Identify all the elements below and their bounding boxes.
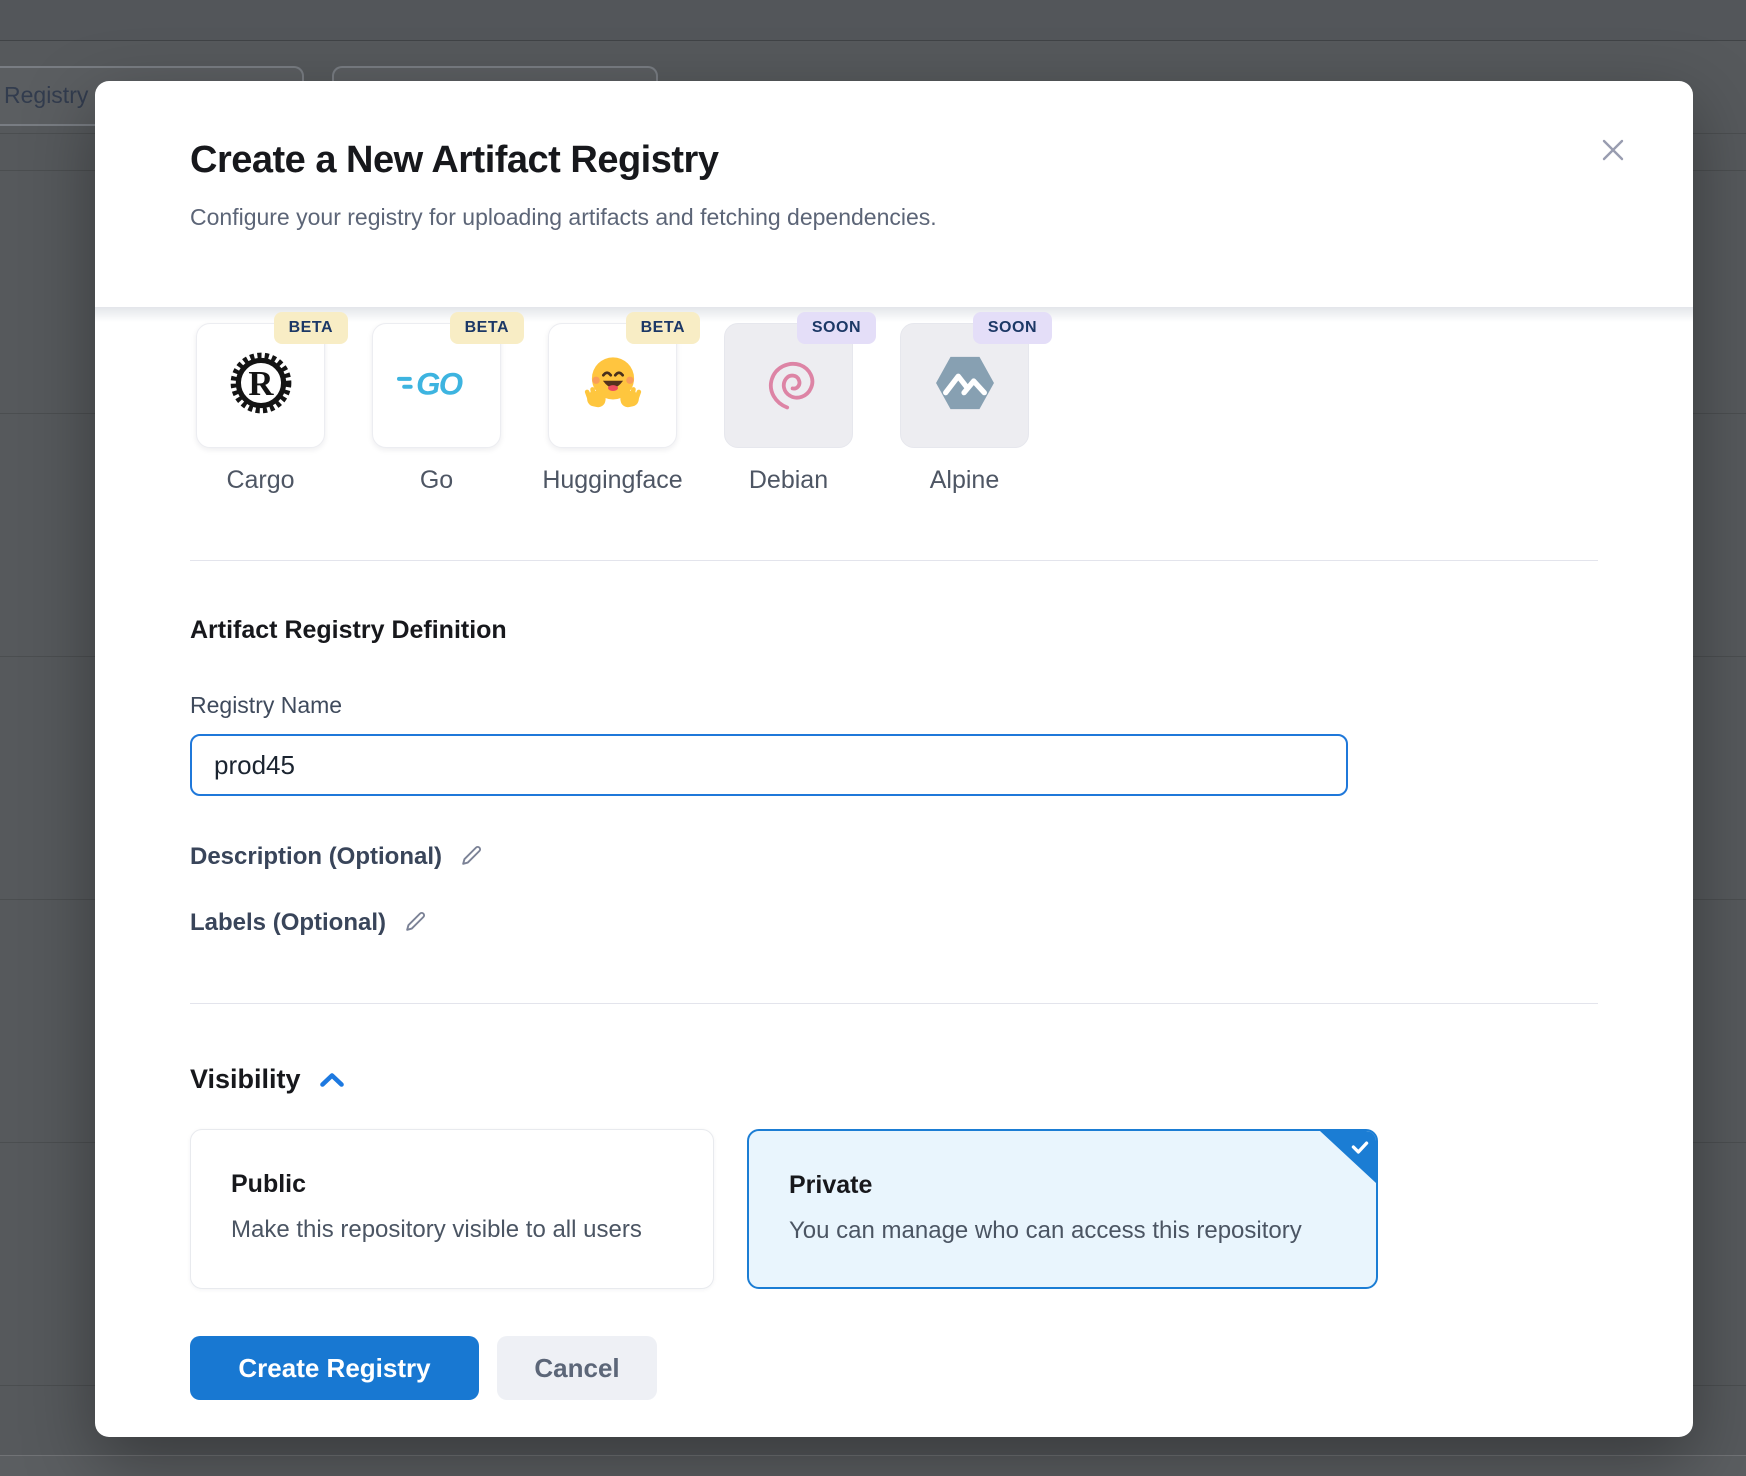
package-type-label: Debian (749, 466, 828, 495)
package-type-label: Cargo (226, 466, 294, 495)
create-registry-button[interactable]: Create Registry (190, 1336, 479, 1400)
pencil-icon (402, 908, 429, 938)
status-badge: SOON (973, 312, 1052, 344)
pencil-icon (458, 842, 485, 872)
visibility-option-public[interactable]: Public Make this repository visible to a… (190, 1129, 714, 1289)
status-badge: BETA (450, 312, 524, 344)
package-card-alpine: SOON (900, 323, 1029, 448)
package-type-item: BETA R Cargo (196, 323, 325, 495)
section-divider (190, 1003, 1598, 1004)
edit-description-button[interactable] (458, 842, 485, 872)
labels-label: Labels (Optional) (190, 909, 386, 937)
modal-header: Create a New Artifact Registry Configure… (95, 81, 1693, 231)
visibility-options-row: Public Make this repository visible to a… (190, 1129, 1598, 1289)
background-footer (0, 1456, 1746, 1476)
edit-labels-button[interactable] (402, 908, 429, 938)
svg-text:R: R (248, 364, 274, 403)
create-registry-modal: Create a New Artifact Registry Configure… (95, 81, 1693, 1437)
description-row: Description (Optional) (190, 842, 1598, 872)
debian-swirl-icon (760, 354, 818, 417)
cancel-button[interactable]: Cancel (497, 1336, 657, 1400)
alpine-mountain-icon (934, 355, 996, 416)
status-badge: SOON (797, 312, 876, 344)
package-type-row: BETA R Cargo BETA GO Go BETA Huggingface… (95, 323, 1693, 495)
background-page-label: Registry (4, 82, 88, 109)
visibility-option-private[interactable]: Private You can manage who can access th… (747, 1129, 1378, 1289)
background-topbar (0, 0, 1746, 41)
package-type-item: BETA Huggingface (548, 323, 677, 495)
status-badge: BETA (274, 312, 348, 344)
visibility-option-title: Public (231, 1170, 683, 1199)
close-button[interactable] (1593, 131, 1633, 171)
huggingface-emoji-icon (580, 352, 646, 419)
visibility-heading: Visibility (190, 1064, 1598, 1095)
package-type-item: BETA GO Go (372, 323, 501, 495)
package-type-item: SOON Alpine (900, 323, 1029, 495)
package-type-label: Huggingface (542, 466, 682, 495)
go-logo-icon: GO (397, 363, 477, 408)
cargo-rust-gear-icon: R (229, 351, 293, 420)
package-card-cargo[interactable]: BETA R (196, 323, 325, 448)
collapse-visibility-button[interactable] (319, 1071, 345, 1092)
status-badge: BETA (626, 312, 700, 344)
modal-subtitle: Configure your registry for uploading ar… (190, 203, 1598, 231)
package-card-huggingface[interactable]: BETA (548, 323, 677, 448)
modal-actions: Create Registry Cancel (190, 1336, 1598, 1400)
chevron-up-icon (319, 1071, 345, 1092)
visibility-option-description: Make this repository visible to all user… (231, 1216, 683, 1244)
section-divider (190, 560, 1598, 561)
visibility-option-title: Private (789, 1171, 1346, 1200)
labels-row: Labels (Optional) (190, 908, 1598, 938)
svg-text:GO: GO (416, 366, 463, 401)
registry-name-label: Registry Name (190, 692, 1598, 719)
visibility-heading-label: Visibility (190, 1064, 301, 1095)
modal-title: Create a New Artifact Registry (190, 137, 1598, 183)
definition-heading: Artifact Registry Definition (190, 616, 1598, 645)
package-type-label: Alpine (930, 466, 1000, 495)
registry-name-input[interactable] (190, 734, 1348, 796)
package-type-item: SOON Debian (724, 323, 853, 495)
description-label: Description (Optional) (190, 843, 442, 871)
package-card-debian: SOON (724, 323, 853, 448)
package-card-go[interactable]: BETA GO (372, 323, 501, 448)
package-type-label: Go (420, 466, 453, 495)
visibility-option-description: You can manage who can access this repos… (789, 1217, 1346, 1245)
close-icon (1598, 153, 1628, 168)
